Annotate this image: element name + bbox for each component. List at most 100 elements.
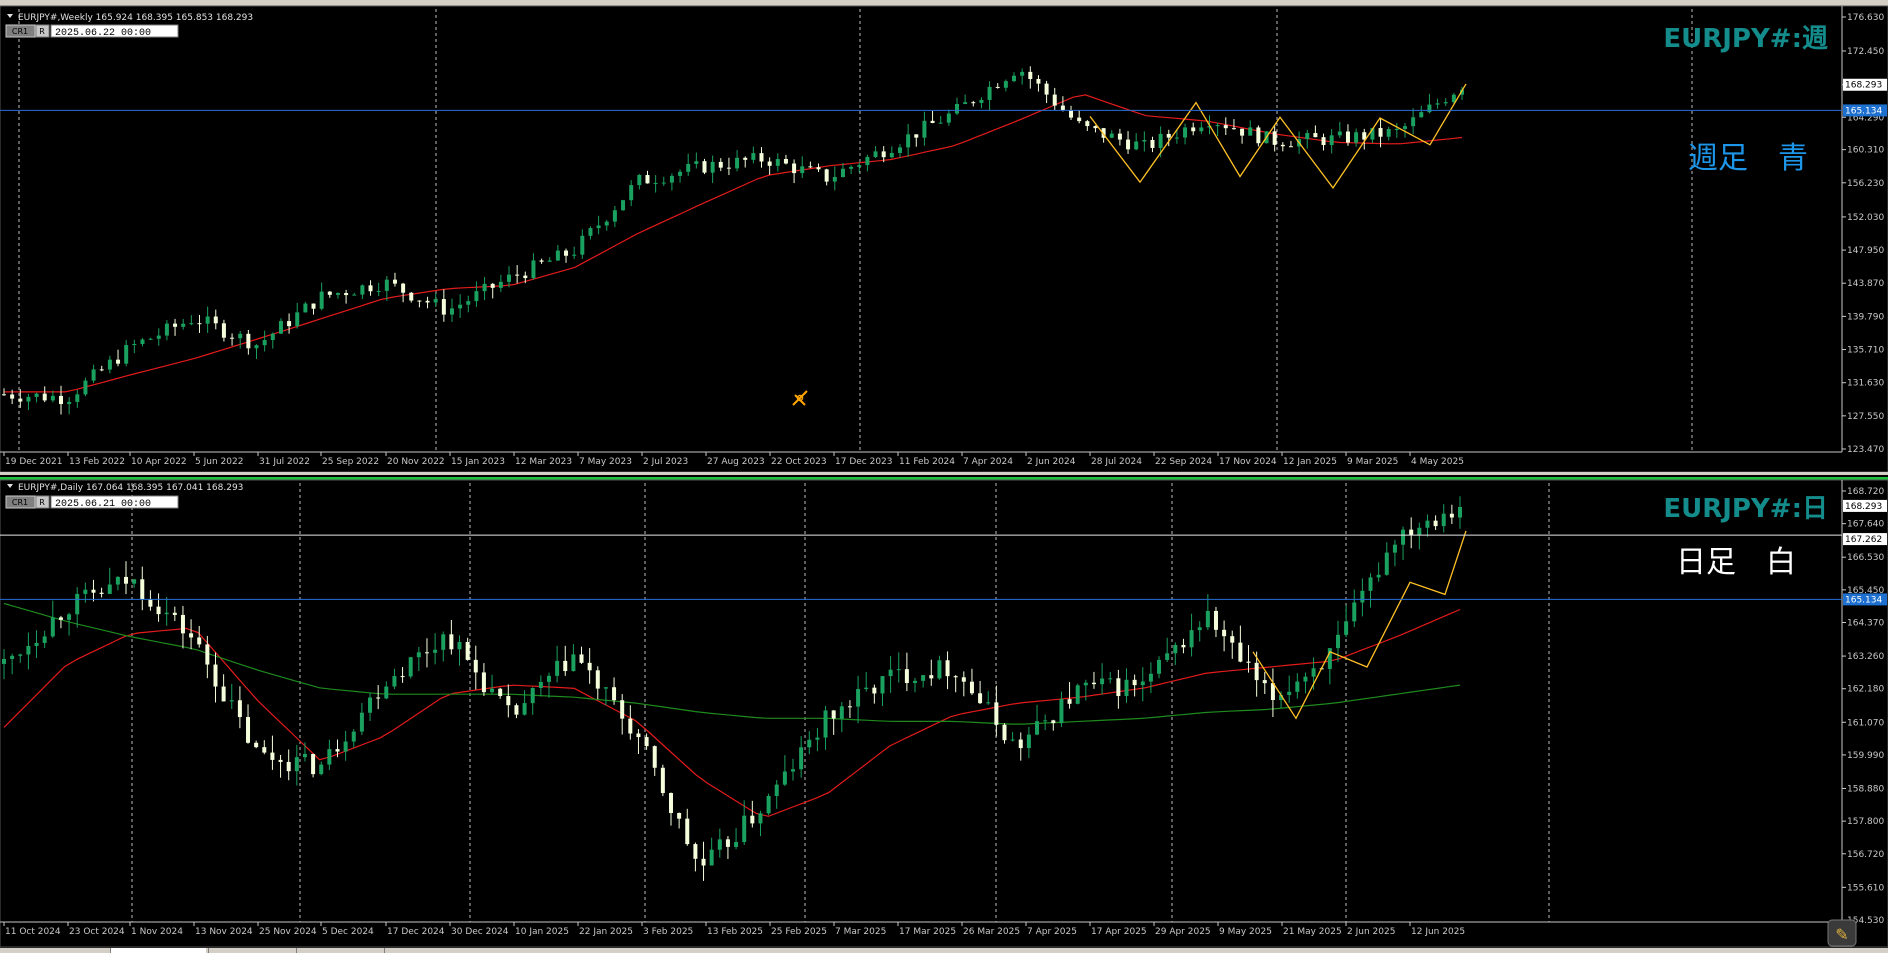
time-tick-label: 7 May 2023: [579, 457, 632, 467]
candle-body: [262, 747, 267, 753]
candle-body: [1409, 529, 1414, 535]
candle-body: [1140, 681, 1145, 686]
candle-body: [1083, 682, 1088, 686]
weekly-plot-area[interactable]: [0, 5, 1888, 473]
price-tick-label: 163.260: [1847, 652, 1884, 662]
time-tick-label: 7 Apr 2024: [963, 457, 1013, 467]
chart-tab[interactable]: [296, 948, 382, 953]
daily-chart-panel[interactable]: 168.720167.640166.530165.450164.370163.2…: [0, 479, 1888, 948]
candle-body: [327, 291, 332, 295]
candle-body: [238, 333, 243, 339]
candle-body: [767, 161, 772, 166]
candle-body: [669, 175, 674, 183]
candle-body: [59, 395, 64, 405]
candle-body: [1311, 668, 1316, 677]
time-tick-label: 1 Nov 2024: [131, 927, 183, 937]
candle-body: [1223, 125, 1228, 129]
price-tick-label: 135.710: [1847, 346, 1884, 356]
candle-body: [914, 134, 919, 138]
candle-body: [473, 659, 478, 673]
candle-body: [751, 153, 756, 160]
daily-plot-area[interactable]: [0, 479, 1888, 948]
candle-body: [140, 339, 145, 344]
candle-body: [693, 844, 698, 859]
price-tick-label: 160.310: [1847, 146, 1884, 156]
daily-header: EURJPY#,Daily 167.064 168.395 167.041 16…: [18, 483, 243, 493]
candle-body: [612, 210, 617, 222]
chart-canvas[interactable]: 176.630172.450168.293164.290160.310156.2…: [0, 0, 1888, 953]
candle-body: [572, 254, 577, 256]
candle-body: [857, 165, 862, 167]
candle-body: [83, 380, 88, 395]
candle-body: [921, 675, 926, 681]
candle-body: [466, 301, 471, 305]
candle-body: [800, 166, 805, 174]
candle-body: [278, 759, 283, 762]
candle-body: [352, 294, 357, 296]
time-tick-label: 12 Jun 2025: [1411, 927, 1465, 937]
candle-body: [465, 642, 470, 660]
candle-body: [1287, 691, 1292, 695]
candle-body: [34, 393, 39, 397]
candle-body: [945, 660, 950, 677]
candle-body: [490, 283, 495, 288]
candle-body: [42, 393, 47, 401]
candle-body: [799, 747, 804, 770]
candle-body: [580, 235, 585, 255]
candle-body: [1368, 577, 1373, 591]
candle-body: [677, 812, 682, 819]
candle-body: [588, 228, 593, 236]
candle-body: [1108, 678, 1113, 680]
candle-body: [1059, 699, 1064, 724]
time-tick-label: 31 Jul 2022: [259, 457, 310, 467]
candle-body: [303, 303, 308, 313]
candle-body: [1254, 662, 1259, 681]
svg-text:✎: ✎: [1835, 925, 1848, 944]
candle-body: [710, 161, 715, 173]
candle-body: [1028, 71, 1033, 79]
candle-body: [10, 655, 15, 660]
candle-body: [1222, 629, 1227, 637]
candle-body: [1425, 520, 1430, 528]
candle-body: [1313, 133, 1318, 138]
expert-advisor-icon[interactable]: ✎: [1827, 919, 1857, 947]
candle-body: [1378, 128, 1383, 137]
time-tick-label: 25 Feb 2025: [771, 927, 827, 937]
candle-body: [107, 584, 112, 594]
candle-body: [433, 649, 438, 653]
candle-body: [180, 614, 185, 634]
time-tick-label: 7 Apr 2025: [1027, 927, 1077, 937]
chart-tab[interactable]: [208, 948, 294, 953]
price-tick-label: 127.550: [1847, 412, 1884, 422]
panel-separator[interactable]: [0, 472, 1888, 475]
chart-tab[interactable]: [384, 948, 480, 953]
candle-body: [604, 221, 609, 226]
price-tick-label: 161.070: [1847, 718, 1884, 728]
daily-cr-label: CR1: [12, 498, 28, 507]
candle-body: [1124, 679, 1129, 697]
candle-body: [132, 579, 137, 584]
candle-body: [286, 761, 291, 772]
candle-body: [335, 293, 340, 295]
candle-body: [1238, 642, 1243, 662]
price-tag-label: 165.134: [1845, 106, 1882, 116]
candle-body: [971, 102, 976, 104]
candle-body: [327, 749, 332, 765]
candle-body: [628, 718, 633, 734]
weekly-cr-label: CR1: [12, 27, 28, 36]
candle-body: [34, 642, 39, 647]
candle-body: [750, 815, 755, 824]
time-tick-label: 21 May 2025: [1283, 927, 1342, 937]
candle-body: [156, 335, 161, 339]
chart-tab[interactable]: [110, 948, 206, 953]
candle-body: [1295, 681, 1300, 692]
candle-body: [409, 292, 414, 301]
candle-body: [904, 669, 909, 684]
price-tick-label: 164.370: [1847, 619, 1884, 629]
candle-body: [1189, 630, 1194, 648]
weekly-chart-panel[interactable]: 176.630172.450168.293164.290160.310156.2…: [0, 5, 1888, 473]
candle-body: [507, 274, 512, 282]
candle-body: [10, 394, 15, 399]
time-tick-label: 9 Mar 2025: [1347, 457, 1398, 467]
candle-body: [995, 86, 1000, 88]
